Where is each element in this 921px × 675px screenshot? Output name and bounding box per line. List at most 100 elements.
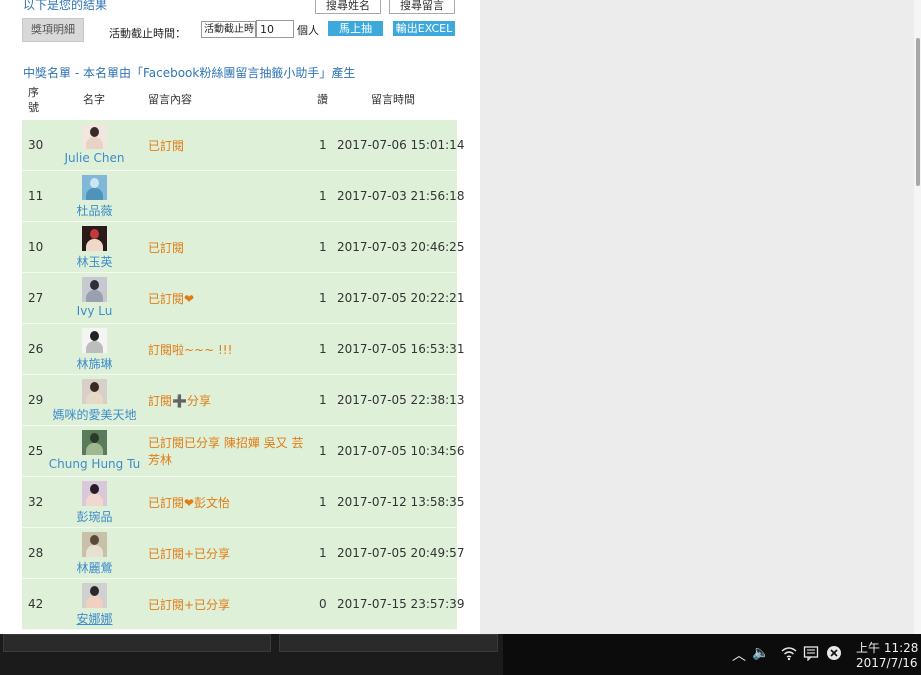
row-number: 10 bbox=[28, 240, 44, 254]
taskbar-window-thumbnail[interactable] bbox=[279, 634, 498, 652]
row-number: 29 bbox=[28, 393, 44, 407]
winner-name-link[interactable]: 安娜娜 bbox=[22, 610, 167, 627]
avatar-head bbox=[90, 382, 99, 392]
avatar-body bbox=[86, 290, 103, 302]
comment-time: 2017-07-05 22:38:13 bbox=[337, 393, 465, 407]
winners-table: 30 Julie Chen 已訂閱 1 2017-07-06 15:01:14 11 杜品薇… bbox=[22, 120, 464, 630]
avatar[interactable] bbox=[82, 379, 107, 404]
table-row: 27 Ivy Lu 已訂閱❤ 1 2017-07-05 20:22:21 bbox=[22, 273, 464, 324]
export-excel-button[interactable]: 輸出EXCEL bbox=[393, 21, 455, 36]
avatar-body bbox=[86, 443, 103, 455]
table-row: 32 彭琬品 已訂閱❤彭文怡 1 2017-07-12 13:58:35 bbox=[22, 477, 464, 528]
avatar-head bbox=[90, 586, 99, 596]
avatar[interactable] bbox=[82, 481, 107, 506]
avatar[interactable] bbox=[82, 277, 107, 302]
comment-text: 已訂閱已分享 陳招嬋 吳又 芸芳林 bbox=[148, 436, 304, 467]
avatar-body bbox=[86, 341, 103, 353]
comment-time: 2017-07-05 20:22:21 bbox=[337, 291, 465, 305]
comment-time: 2017-07-05 10:34:56 bbox=[337, 444, 465, 458]
comment-time: 2017-07-05 16:53:31 bbox=[337, 342, 465, 356]
table-row: 11 杜品薇 1 2017-07-03 21:56:18 bbox=[22, 171, 464, 222]
winner-name-link[interactable]: 彭琬品 bbox=[22, 508, 167, 525]
avatar[interactable] bbox=[82, 328, 107, 353]
row-number: 25 bbox=[28, 444, 44, 458]
table-row: 28 林麗鶯 已訂閱+已分享 1 2017-07-05 20:49:57 bbox=[22, 528, 464, 579]
search-name-button[interactable]: 搜尋姓名 bbox=[315, 0, 381, 14]
winner-name-link[interactable]: 林旆琳 bbox=[22, 355, 167, 372]
table-row: 25 Chung Hung Tu 已訂閱已分享 陳招嬋 吳又 芸芳林 1 2017-07… bbox=[22, 426, 464, 477]
column-header-time: 留言時間 bbox=[371, 93, 415, 106]
table-row: 30 Julie Chen 已訂閱 1 2017-07-06 15:01:14 bbox=[22, 120, 464, 171]
avatar-head bbox=[90, 229, 99, 239]
results-heading: 以下是您的結果 bbox=[23, 0, 108, 12]
deadline-label: 活動截止時間： bbox=[109, 27, 186, 40]
like-count: 1 bbox=[319, 138, 327, 152]
winner-name-link[interactable]: Julie Chen bbox=[22, 151, 167, 165]
avatar-body bbox=[86, 239, 103, 251]
column-header-likes: 讚 bbox=[317, 93, 328, 106]
comment-time: 2017-07-03 21:56:18 bbox=[337, 189, 465, 203]
like-count: 0 bbox=[319, 597, 327, 611]
like-count: 1 bbox=[319, 342, 327, 356]
comment-text: 已訂閱 bbox=[148, 139, 185, 153]
winner-name-link[interactable]: 林玉英 bbox=[22, 253, 167, 270]
avatar-head bbox=[90, 433, 99, 443]
avatar[interactable] bbox=[82, 532, 107, 557]
scrollbar-thumb[interactable] bbox=[916, 38, 920, 186]
comment-time: 2017-07-12 13:58:35 bbox=[337, 495, 465, 509]
table-row: 29 媽咪的愛美天地 訂閱➕分享 1 2017-07-05 22:38:13 bbox=[22, 375, 464, 426]
clock-time[interactable]: 上午 11:28 bbox=[856, 639, 918, 656]
action-center-icon[interactable] bbox=[803, 645, 819, 665]
taskbar: ︿ 🔈 上午 11:28 2017/7/16 bbox=[0, 634, 921, 675]
winner-name-link[interactable]: 媽咪的愛美天地 bbox=[22, 406, 167, 423]
wifi-icon[interactable] bbox=[780, 645, 798, 665]
table-row: 42 安娜娜 已訂閱+已分享 0 2017-07-15 23:57:39 bbox=[22, 579, 464, 630]
search-message-button[interactable]: 搜尋留言 bbox=[389, 0, 455, 14]
deadline-select[interactable]: 活動截止時間 bbox=[201, 21, 256, 38]
comment-text: 已訂閱 bbox=[148, 241, 185, 255]
column-header-message: 留言內容 bbox=[148, 93, 192, 106]
avatar-head bbox=[90, 484, 99, 494]
close-circle-icon[interactable] bbox=[826, 645, 842, 665]
like-count: 1 bbox=[319, 495, 327, 509]
avatar[interactable] bbox=[82, 430, 107, 455]
row-number: 11 bbox=[28, 189, 44, 203]
row-number: 28 bbox=[28, 546, 44, 560]
avatar[interactable] bbox=[82, 175, 107, 200]
like-count: 1 bbox=[319, 291, 327, 305]
avatar-body bbox=[86, 137, 103, 149]
like-count: 1 bbox=[319, 189, 327, 203]
count-unit-label: 個人 bbox=[297, 24, 319, 37]
winner-name-link[interactable]: 杜品薇 bbox=[22, 202, 167, 219]
like-count: 1 bbox=[319, 546, 327, 560]
results-panel: 以下是您的結果 搜尋姓名 搜尋留言 獎項明細 活動截止時間： 活動截止時間 個人… bbox=[0, 0, 480, 634]
avatar-body bbox=[86, 188, 103, 200]
taskbar-window-thumbnail[interactable] bbox=[3, 634, 271, 652]
comment-text: 訂閱➕分享 bbox=[148, 394, 211, 408]
avatar[interactable] bbox=[82, 583, 107, 608]
avatar[interactable] bbox=[82, 124, 107, 149]
winner-name-link[interactable]: Chung Hung Tu bbox=[22, 457, 167, 471]
avatar-head bbox=[90, 535, 99, 545]
volume-icon[interactable]: 🔈 bbox=[752, 645, 769, 661]
column-header-name: 名字 bbox=[83, 93, 105, 106]
column-header-no: 序號 bbox=[28, 86, 39, 114]
screen: 以下是您的結果 搜尋姓名 搜尋留言 獎項明細 活動截止時間： 活動截止時間 個人… bbox=[0, 0, 921, 675]
comment-time: 2017-07-15 23:57:39 bbox=[337, 597, 465, 611]
clock-date[interactable]: 2017/7/16 bbox=[856, 656, 918, 670]
winner-name-link[interactable]: Ivy Lu bbox=[22, 304, 167, 318]
avatar-body bbox=[86, 596, 103, 608]
like-count: 1 bbox=[319, 444, 327, 458]
comment-text: 已訂閱❤ bbox=[148, 292, 195, 306]
winner-name-link[interactable]: 林麗鶯 bbox=[22, 559, 167, 576]
avatar[interactable] bbox=[82, 226, 107, 251]
row-number: 32 bbox=[28, 495, 44, 509]
avatar-head bbox=[90, 331, 99, 341]
avatar-head bbox=[90, 280, 99, 290]
comment-text: 已訂閱+已分享 bbox=[148, 598, 231, 612]
winner-count-input[interactable] bbox=[256, 20, 294, 38]
chevron-up-icon[interactable]: ︿ bbox=[732, 645, 746, 665]
comment-time: 2017-07-05 20:49:57 bbox=[337, 546, 465, 560]
prize-detail-button[interactable]: 獎項明細 bbox=[22, 18, 84, 42]
draw-now-button[interactable]: 馬上抽 bbox=[328, 21, 383, 36]
